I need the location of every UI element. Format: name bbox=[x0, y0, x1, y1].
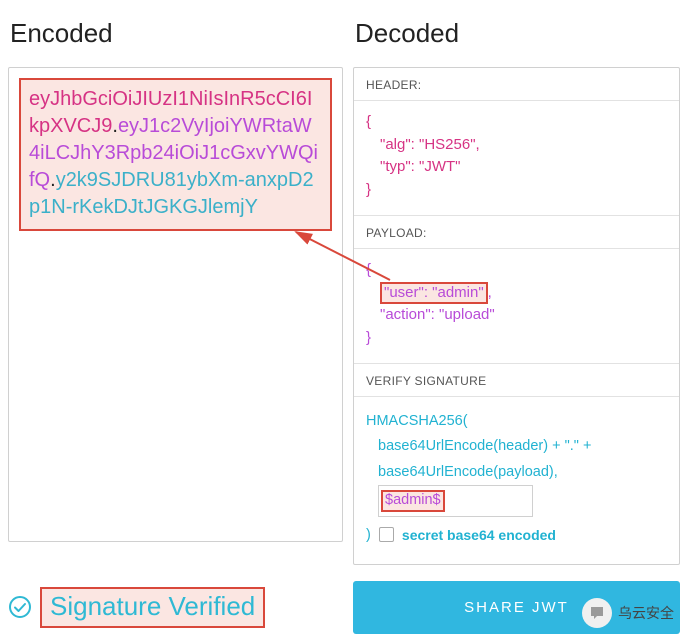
verify-section-label: VERIFY SIGNATURE bbox=[354, 363, 679, 397]
sig-fn-close: ) bbox=[366, 527, 371, 543]
signature-verified-status: Signature Verified bbox=[40, 587, 265, 628]
payload-section-label: PAYLOAD: bbox=[354, 215, 679, 249]
secret-base64-label: secret base64 encoded bbox=[402, 527, 556, 543]
watermark-text: 乌云安全 bbox=[618, 603, 674, 623]
watermark-icon bbox=[582, 598, 612, 628]
header-section-label: HEADER: bbox=[354, 68, 679, 101]
payload-user-line: "user": "admin", bbox=[366, 282, 667, 305]
encoded-title: Encoded bbox=[10, 18, 343, 49]
sig-line-1: base64UrlEncode(header) + "." + bbox=[366, 434, 667, 459]
sig-line-2: base64UrlEncode(payload), bbox=[366, 460, 667, 485]
payload-json[interactable]: { "user": "admin", "action": "upload" } bbox=[354, 249, 679, 363]
encoded-token-box[interactable]: eyJhbGciOiJIUzI1NiIsInR5cCI6IkpXVCJ9.eyJ… bbox=[19, 78, 332, 231]
secret-base64-checkbox[interactable] bbox=[379, 527, 394, 542]
token-signature-part: y2k9SJDRU81ybXm-anxpD2p1N-rKekDJtJGKGJle… bbox=[29, 169, 314, 218]
header-typ-line: "typ": "JWT" bbox=[366, 156, 667, 179]
payload-user-highlight: "user": "admin" bbox=[380, 282, 488, 304]
payload-action-line: "action": "upload" bbox=[366, 304, 667, 327]
decoded-title: Decoded bbox=[355, 18, 680, 49]
verified-check-icon bbox=[8, 595, 32, 619]
sig-fn-open: HMACSHA256( bbox=[366, 409, 667, 434]
secret-value-highlight: $admin$ bbox=[381, 490, 445, 511]
watermark: 乌云安全 bbox=[582, 598, 674, 628]
decoded-panel: HEADER: { "alg": "HS256", "typ": "JWT" }… bbox=[353, 67, 680, 565]
signature-block: HMACSHA256( base64UrlEncode(header) + ".… bbox=[354, 397, 679, 564]
header-alg-line: "alg": "HS256", bbox=[366, 134, 667, 157]
secret-input[interactable]: $admin$ bbox=[378, 485, 533, 516]
header-json[interactable]: { "alg": "HS256", "typ": "JWT" } bbox=[354, 101, 679, 215]
encoded-panel: eyJhbGciOiJIUzI1NiIsInR5cCI6IkpXVCJ9.eyJ… bbox=[8, 67, 343, 542]
